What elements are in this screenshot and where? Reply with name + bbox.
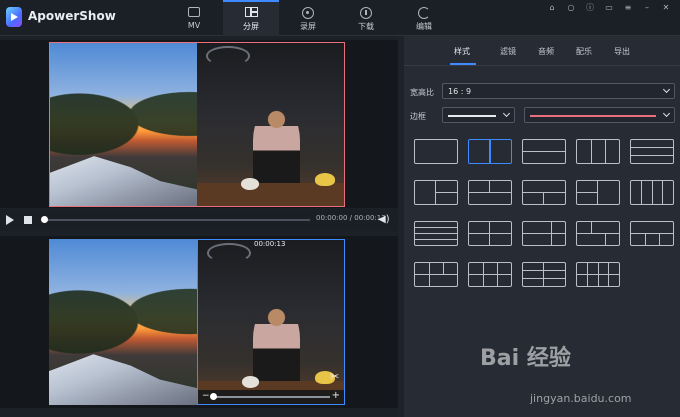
apowershow-logo-icon	[6, 7, 22, 27]
user-icon[interactable]: ○	[567, 4, 575, 12]
layout-option[interactable]	[630, 180, 674, 205]
tab-edit-label: 编辑	[416, 22, 432, 31]
tab-record-label: 录屏	[300, 22, 316, 31]
baidu-watermark: Bai 经验	[480, 346, 571, 371]
aspect-ratio-select[interactable]: 16 : 9	[442, 83, 675, 99]
tab-audio[interactable]: 音频	[538, 46, 554, 57]
layout-option[interactable]	[414, 262, 458, 287]
border-color-select[interactable]	[524, 107, 675, 123]
border-label: 边框	[410, 112, 426, 121]
layout-option[interactable]	[522, 180, 566, 205]
tab-download[interactable]: 下载	[338, 0, 394, 36]
tab-split-screen[interactable]: 分屏	[223, 0, 279, 36]
panel-tabs: 样式 滤镜 音频 配乐 导出	[404, 36, 680, 66]
border-color-sample	[530, 115, 656, 117]
volume-icon[interactable]: ◀)	[378, 215, 390, 225]
preview-bottom-right-clip[interactable]	[197, 239, 345, 405]
record-icon	[302, 7, 314, 19]
chevron-down-icon	[662, 109, 671, 118]
info-icon[interactable]: ⓘ	[586, 4, 594, 12]
scissors-icon[interactable]: ✂	[330, 370, 339, 383]
app-title: ApowerShow	[28, 9, 116, 23]
chevron-down-icon	[662, 85, 671, 94]
tab-record[interactable]: 录屏	[280, 0, 336, 36]
layout-option-selected[interactable]	[468, 139, 512, 164]
border-style-select[interactable]	[442, 107, 515, 123]
split-screen-icon	[245, 7, 258, 18]
preview-bottom-left-clip[interactable]	[49, 239, 197, 405]
close-icon[interactable]: ✕	[662, 4, 670, 12]
tv-icon	[188, 7, 200, 18]
layout-option[interactable]	[414, 139, 458, 164]
layout-option[interactable]	[630, 221, 674, 246]
layout-option[interactable]	[576, 221, 620, 246]
layout-option[interactable]	[576, 139, 620, 164]
active-tab-indicator	[450, 63, 476, 65]
download-icon	[360, 7, 372, 19]
play-icon[interactable]	[6, 215, 14, 225]
cooking-clip[interactable]	[197, 43, 344, 206]
layout-option[interactable]	[522, 139, 566, 164]
tab-download-label: 下载	[358, 22, 374, 31]
layout-option[interactable]	[414, 180, 458, 205]
clip-zoom-bar: − +	[198, 390, 344, 404]
border-line-sample	[448, 115, 496, 117]
tab-mv-label: MV	[187, 21, 201, 30]
tab-export[interactable]: 导出	[614, 46, 630, 57]
tab-music[interactable]: 配乐	[576, 46, 592, 57]
layout-option[interactable]	[576, 262, 620, 287]
aspect-ratio-label: 宽高比	[410, 88, 434, 97]
layout-option[interactable]	[576, 180, 620, 205]
playback-time: 00:00:00 / 00:00:13	[316, 214, 386, 222]
playback-controls: 00:00:00 / 00:00:13 ◀)	[0, 209, 398, 231]
seek-handle[interactable]	[41, 216, 48, 223]
zoom-in-icon[interactable]: +	[332, 390, 340, 401]
cart-icon[interactable]: ⌂	[548, 4, 556, 12]
message-icon[interactable]: ▭	[605, 4, 613, 12]
layout-option[interactable]	[522, 262, 566, 287]
preview-top-frame[interactable]	[49, 42, 345, 207]
zoom-slider-handle[interactable]	[210, 393, 217, 400]
layout-option[interactable]	[468, 180, 512, 205]
zoom-out-icon[interactable]: −	[202, 391, 210, 401]
stop-icon[interactable]	[24, 216, 32, 224]
layout-option[interactable]	[414, 221, 458, 246]
tab-filter[interactable]: 滤镜	[500, 46, 516, 57]
layout-option[interactable]	[468, 221, 512, 246]
clip-duration: 00:00:13	[254, 240, 286, 248]
minimize-icon[interactable]: –	[643, 4, 651, 12]
baidu-watermark-url: jingyan.baidu.com	[530, 392, 632, 405]
menu-icon[interactable]: ≡	[624, 4, 632, 12]
title-bar: ApowerShow MV 分屏 录屏 下载 编辑 ⌂ ○ ⓘ ▭ ≡ – ✕	[0, 0, 680, 36]
layout-option[interactable]	[630, 139, 674, 164]
layout-option[interactable]	[468, 262, 512, 287]
tab-split-screen-label: 分屏	[243, 22, 259, 31]
zoom-slider[interactable]	[212, 396, 330, 398]
layout-option[interactable]	[522, 221, 566, 246]
tab-mv[interactable]: MV	[166, 0, 222, 36]
tab-style[interactable]: 样式	[454, 46, 470, 57]
tab-edit[interactable]: 编辑	[396, 0, 452, 36]
chevron-down-icon	[502, 109, 511, 118]
seek-bar[interactable]	[44, 219, 310, 221]
edit-icon	[418, 7, 430, 19]
window-controls: ⌂ ○ ⓘ ▭ ≡ – ✕	[548, 4, 670, 16]
mountain-clip[interactable]	[50, 43, 197, 206]
aspect-ratio-value: 16 : 9	[448, 87, 472, 96]
